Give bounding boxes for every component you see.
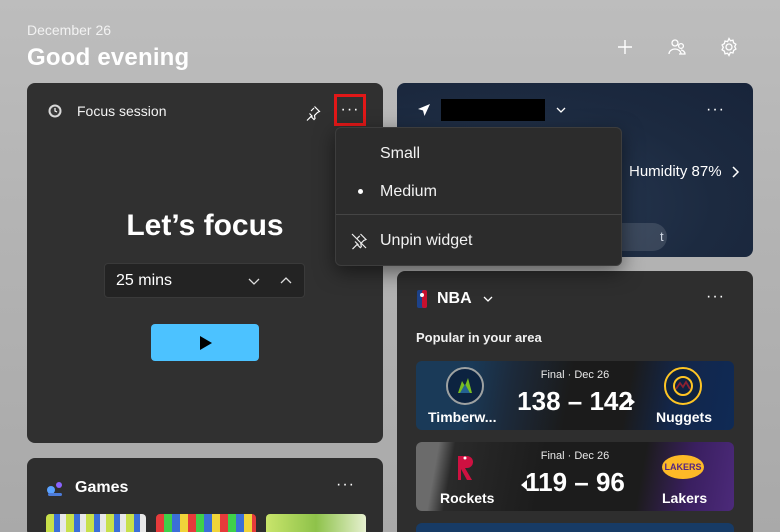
games-header: Games [45,478,128,498]
nuggets-logo-icon [664,367,702,405]
menu-item-medium[interactable]: Medium [336,175,621,209]
pin-icon [306,106,321,121]
add-widget-button[interactable] [614,36,636,58]
nba-header[interactable]: NBA [417,290,494,308]
timer-icon [48,104,62,118]
game-thumbnail[interactable] [46,514,146,532]
greeting-title: Good evening [27,44,190,71]
location-arrow-icon [418,104,430,116]
selected-bullet-icon [358,189,363,194]
away-team-name: Lakers [662,490,708,506]
nba-logo-icon [417,290,427,308]
focus-heading: Let’s focus [126,209,284,242]
game-thumbnail[interactable] [266,514,366,532]
humidity-link[interactable]: Humidity 87% [629,163,740,180]
duration-stepper[interactable]: 25 mins [104,263,305,298]
focus-header: Focus session [47,103,166,119]
focus-title: Focus session [77,103,167,119]
location-selector[interactable] [417,99,567,121]
menu-item-label: Unpin widget [380,232,473,249]
game-card[interactable]: Rockets Final · Dec 26 119 – 96 LAKERS L… [416,442,734,511]
unpin-icon [349,231,369,251]
nba-title: NBA [437,290,472,307]
settings-button[interactable] [718,36,740,58]
away-team-name: Nuggets [656,409,712,425]
game-thumbnails [46,514,366,532]
menu-item-label: Medium [380,183,437,200]
menu-item-small[interactable]: Small [336,137,621,171]
games-title: Games [75,479,129,496]
focus-session-widget: Focus session ··· Let’s focus 25 mins [27,83,383,443]
increase-duration-button[interactable] [277,272,295,290]
menu-item-label: Small [380,145,421,162]
gear-icon [721,37,737,57]
header-actions [614,36,740,58]
game-card[interactable]: Timberw... Final · Dec 26 138 – 142 Nugg… [416,361,734,430]
winner-arrow-icon [521,480,527,490]
lakers-logo-icon: LAKERS [662,455,704,479]
game-thumbnail[interactable] [156,514,256,532]
menu-item-unpin-widget[interactable]: Unpin widget [336,224,621,258]
winner-arrow-icon [629,397,635,407]
widget-size-menu: Small Medium Unpin widget [335,127,622,266]
focus-more-button[interactable]: ··· [334,94,366,126]
people-button[interactable] [666,36,688,58]
chevron-down-icon [483,296,493,302]
pin-button[interactable] [303,103,323,123]
games-widget: Games ··· [27,458,383,532]
chevron-right-icon [732,165,739,178]
menu-divider [336,214,621,215]
location-name-redacted [441,99,545,121]
nba-more-button[interactable]: ··· [706,288,725,306]
games-more-button[interactable]: ··· [336,476,355,494]
chevron-down-icon [556,107,566,113]
weather-more-button[interactable]: ··· [706,101,725,119]
plus-icon [618,40,632,54]
start-focus-button[interactable] [151,324,259,361]
dashboard-header: December 26 Good evening [27,22,189,72]
people-icon [668,39,686,55]
chevron-up-icon [280,277,292,284]
date-label: December 26 [27,22,112,38]
nba-subtitle: Popular in your area [416,330,542,345]
humidity-value: Humidity 87% [629,163,722,180]
nba-widget: NBA ··· Popular in your area Timberw... … [397,271,753,532]
play-icon [200,335,212,350]
decrease-duration-button[interactable] [245,272,263,290]
games-icon [47,482,62,496]
game-card[interactable] [416,523,734,532]
weather-pill-text: t [660,229,664,244]
duration-value: 25 mins [116,271,173,289]
chevron-down-icon [248,278,260,285]
